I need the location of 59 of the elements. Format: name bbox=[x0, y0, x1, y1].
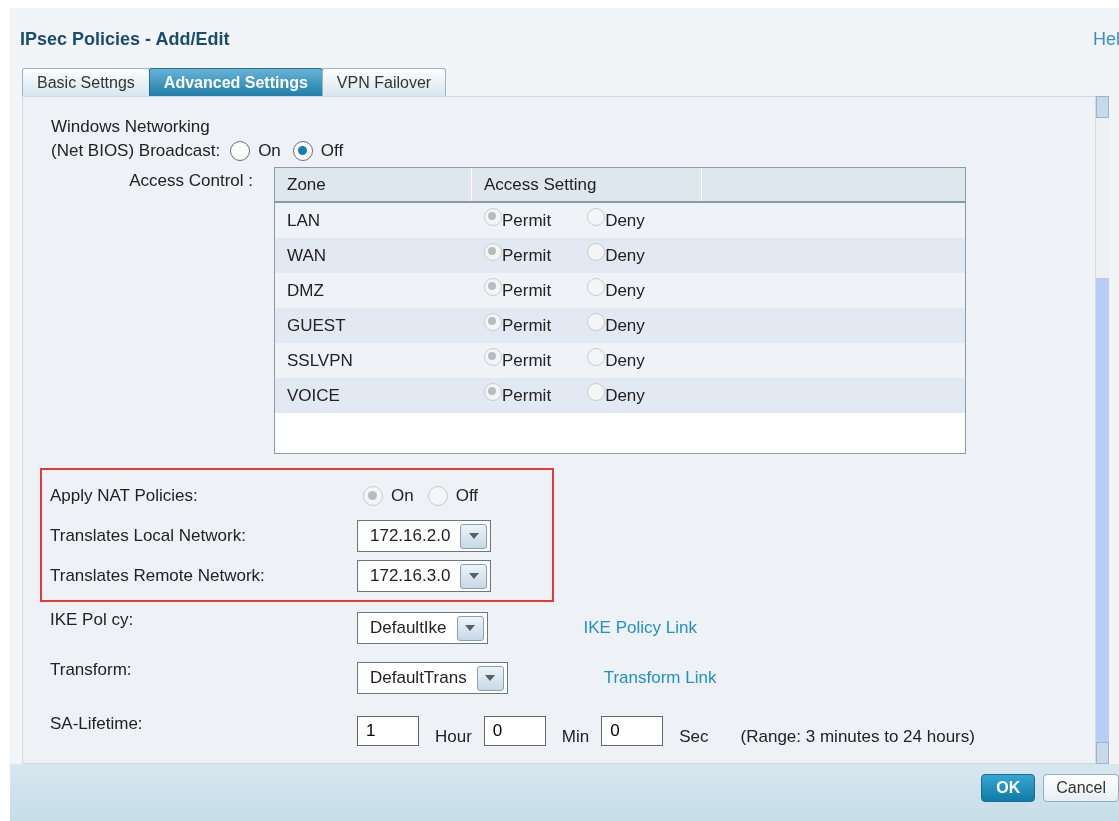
dialog-title: IPsec Policies - Add/Edit bbox=[20, 28, 230, 50]
field-label: Access Control : bbox=[128, 170, 253, 192]
tab[interactable]: Basic Settngs bbox=[22, 68, 150, 96]
scroll-thumb[interactable] bbox=[1096, 278, 1109, 742]
field-label: (Net BIOS) Broadcast: bbox=[51, 140, 221, 162]
unit-label: Hour bbox=[435, 727, 472, 747]
radio-button[interactable] bbox=[230, 141, 251, 161]
ok-button[interactable]: OK bbox=[981, 774, 1036, 802]
radio-label: Permit bbox=[502, 315, 552, 336]
number-field[interactable]: 0 bbox=[601, 716, 664, 746]
dropdown[interactable]: DefaultIke bbox=[357, 612, 488, 644]
caret-icon bbox=[468, 533, 479, 539]
radio-button[interactable] bbox=[292, 141, 313, 161]
table-cell-text: VOICE bbox=[286, 385, 341, 406]
radio-label: On bbox=[258, 140, 281, 162]
radio-label: Permit bbox=[502, 350, 552, 371]
field-label: Translates Local Network: bbox=[50, 526, 247, 546]
table-cell-text: DMZ bbox=[286, 280, 325, 301]
scroll-up-button[interactable] bbox=[1096, 96, 1109, 118]
radio-label: Deny bbox=[605, 210, 645, 231]
radio-label: Deny bbox=[605, 315, 645, 336]
scrollbar[interactable] bbox=[1096, 96, 1109, 764]
table-cell-text: WAN bbox=[286, 245, 328, 266]
cancel-button[interactable]: Cancel bbox=[1043, 774, 1119, 802]
radio-label: Off bbox=[320, 140, 344, 162]
caret-icon bbox=[485, 675, 496, 681]
caret-icon bbox=[465, 625, 476, 631]
field-label: SA-Lifetime: bbox=[50, 714, 144, 734]
dropdown[interactable]: DefaultTrans bbox=[357, 662, 508, 694]
number-field[interactable]: 0 bbox=[483, 716, 546, 746]
unit-label: Sec bbox=[679, 727, 709, 747]
field-label: Windows Networking bbox=[51, 116, 211, 138]
table-cell-text: SSLVPN bbox=[286, 350, 354, 371]
radio-label: Permit bbox=[502, 245, 552, 266]
scroll-down-button[interactable] bbox=[1096, 742, 1109, 764]
radio-label: Deny bbox=[605, 350, 645, 371]
table-cell-text: LAN bbox=[286, 210, 322, 231]
radio-label: Deny bbox=[605, 385, 645, 406]
caret-icon bbox=[468, 573, 479, 579]
radio-label: On bbox=[391, 486, 414, 506]
field-label: Apply NAT Policies: bbox=[50, 486, 199, 506]
column-header: Zone bbox=[275, 168, 472, 201]
radio-label: Deny bbox=[605, 245, 645, 266]
field-label: Translates Remote Network: bbox=[50, 566, 266, 586]
tab[interactable]: VPN Failover bbox=[321, 68, 447, 96]
dropdown[interactable]: 172.16.2.0 bbox=[357, 520, 492, 552]
range-note: (Range: 3 minutes to 24 hours) bbox=[740, 727, 975, 747]
table-cell-text: GUEST bbox=[286, 315, 347, 336]
radio-label: Permit bbox=[502, 280, 552, 301]
dropdown[interactable]: 172.16.3.0 bbox=[357, 560, 492, 592]
unit-label: Min bbox=[561, 727, 590, 747]
radio-label: Off bbox=[455, 486, 479, 506]
field-label: Transform: bbox=[50, 660, 133, 680]
radio-label: Deny bbox=[605, 280, 645, 301]
radio-label: Permit bbox=[502, 210, 552, 231]
radio-label: Permit bbox=[502, 385, 552, 406]
number-field[interactable]: 1 bbox=[357, 716, 419, 746]
field-label: IKE Pol cy: bbox=[50, 610, 135, 630]
column-header: Access Setting bbox=[472, 168, 702, 201]
